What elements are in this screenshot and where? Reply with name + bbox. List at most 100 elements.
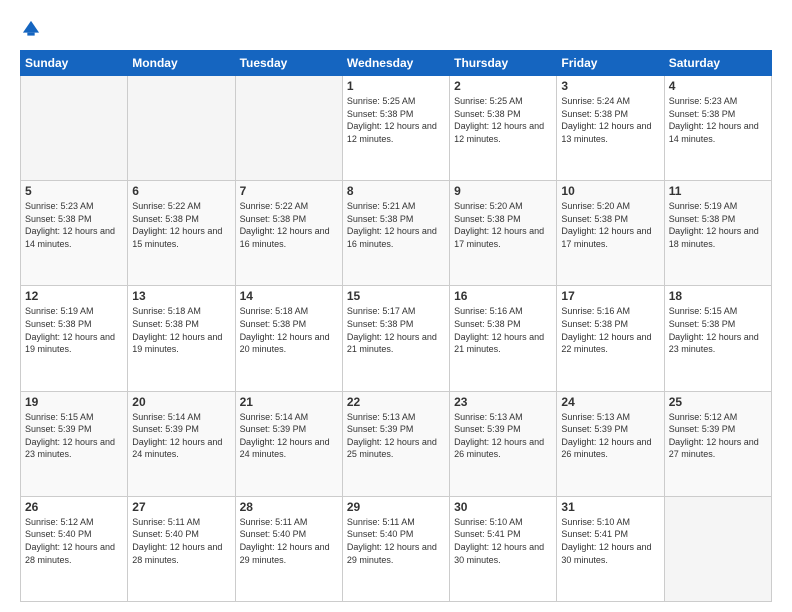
day-number: 9	[454, 184, 552, 198]
day-info: Sunrise: 5:19 AMSunset: 5:38 PMDaylight:…	[669, 200, 767, 250]
day-info: Sunrise: 5:23 AMSunset: 5:38 PMDaylight:…	[669, 95, 767, 145]
calendar-cell	[128, 76, 235, 181]
day-info: Sunrise: 5:21 AMSunset: 5:38 PMDaylight:…	[347, 200, 445, 250]
day-number: 6	[132, 184, 230, 198]
day-info: Sunrise: 5:11 AMSunset: 5:40 PMDaylight:…	[347, 516, 445, 566]
day-number: 4	[669, 79, 767, 93]
weekday-header-thursday: Thursday	[450, 51, 557, 76]
calendar-row-1: 5 Sunrise: 5:23 AMSunset: 5:38 PMDaylight…	[21, 181, 772, 286]
logo-icon	[20, 18, 42, 40]
day-info: Sunrise: 5:15 AMSunset: 5:39 PMDaylight:…	[25, 411, 123, 461]
weekday-header-row: SundayMondayTuesdayWednesdayThursdayFrid…	[21, 51, 772, 76]
day-number: 17	[561, 289, 659, 303]
day-info: Sunrise: 5:20 AMSunset: 5:38 PMDaylight:…	[454, 200, 552, 250]
day-number: 13	[132, 289, 230, 303]
day-info: Sunrise: 5:18 AMSunset: 5:38 PMDaylight:…	[240, 305, 338, 355]
day-info: Sunrise: 5:19 AMSunset: 5:38 PMDaylight:…	[25, 305, 123, 355]
day-info: Sunrise: 5:12 AMSunset: 5:39 PMDaylight:…	[669, 411, 767, 461]
calendar-cell: 10 Sunrise: 5:20 AMSunset: 5:38 PMDayligh…	[557, 181, 664, 286]
weekday-header-wednesday: Wednesday	[342, 51, 449, 76]
calendar-cell: 30 Sunrise: 5:10 AMSunset: 5:41 PMDayligh…	[450, 496, 557, 601]
day-info: Sunrise: 5:13 AMSunset: 5:39 PMDaylight:…	[561, 411, 659, 461]
calendar-row-2: 12Sunrise: 5:19 AMSunset: 5:38 PMDayligh…	[21, 286, 772, 391]
day-number: 8	[347, 184, 445, 198]
day-info: Sunrise: 5:22 AMSunset: 5:38 PMDaylight:…	[132, 200, 230, 250]
day-info: Sunrise: 5:15 AMSunset: 5:38 PMDaylight:…	[669, 305, 767, 355]
day-info: Sunrise: 5:17 AMSunset: 5:38 PMDaylight:…	[347, 305, 445, 355]
logo	[20, 18, 46, 40]
day-number: 15	[347, 289, 445, 303]
calendar-cell: 16 Sunrise: 5:16 AMSunset: 5:38 PMDayligh…	[450, 286, 557, 391]
day-number: 14	[240, 289, 338, 303]
day-info: Sunrise: 5:11 AMSunset: 5:40 PMDaylight:…	[240, 516, 338, 566]
day-info: Sunrise: 5:16 AMSunset: 5:38 PMDaylight:…	[561, 305, 659, 355]
calendar-table: SundayMondayTuesdayWednesdayThursdayFrid…	[20, 50, 772, 602]
calendar-cell	[21, 76, 128, 181]
day-number: 28	[240, 500, 338, 514]
calendar-cell: 5 Sunrise: 5:23 AMSunset: 5:38 PMDaylight…	[21, 181, 128, 286]
day-info: Sunrise: 5:20 AMSunset: 5:38 PMDaylight:…	[561, 200, 659, 250]
calendar-cell: 2 Sunrise: 5:25 AMSunset: 5:38 PMDaylight…	[450, 76, 557, 181]
calendar-cell: 7Sunrise: 5:22 AMSunset: 5:38 PMDaylight…	[235, 181, 342, 286]
calendar-cell: 3 Sunrise: 5:24 AMSunset: 5:38 PMDaylight…	[557, 76, 664, 181]
calendar-row-0: 1 Sunrise: 5:25 AMSunset: 5:38 PMDaylight…	[21, 76, 772, 181]
day-info: Sunrise: 5:12 AMSunset: 5:40 PMDaylight:…	[25, 516, 123, 566]
calendar-cell: 8 Sunrise: 5:21 AMSunset: 5:38 PMDaylight…	[342, 181, 449, 286]
calendar-row-3: 19Sunrise: 5:15 AMSunset: 5:39 PMDayligh…	[21, 391, 772, 496]
day-info: Sunrise: 5:16 AMSunset: 5:38 PMDaylight:…	[454, 305, 552, 355]
header	[20, 18, 772, 40]
calendar-cell	[235, 76, 342, 181]
calendar-cell: 28 Sunrise: 5:11 AMSunset: 5:40 PMDayligh…	[235, 496, 342, 601]
calendar-cell: 14 Sunrise: 5:18 AMSunset: 5:38 PMDayligh…	[235, 286, 342, 391]
calendar-cell: 31Sunrise: 5:10 AMSunset: 5:41 PMDayligh…	[557, 496, 664, 601]
calendar-cell: 13 Sunrise: 5:18 AMSunset: 5:38 PMDayligh…	[128, 286, 235, 391]
calendar-cell: 20Sunrise: 5:14 AMSunset: 5:39 PMDayligh…	[128, 391, 235, 496]
day-number: 23	[454, 395, 552, 409]
weekday-header-monday: Monday	[128, 51, 235, 76]
day-info: Sunrise: 5:25 AMSunset: 5:38 PMDaylight:…	[347, 95, 445, 145]
day-number: 1	[347, 79, 445, 93]
calendar-cell: 17 Sunrise: 5:16 AMSunset: 5:38 PMDayligh…	[557, 286, 664, 391]
calendar-cell: 9 Sunrise: 5:20 AMSunset: 5:38 PMDaylight…	[450, 181, 557, 286]
day-info: Sunrise: 5:25 AMSunset: 5:38 PMDaylight:…	[454, 95, 552, 145]
day-number: 5	[25, 184, 123, 198]
day-number: 7	[240, 184, 338, 198]
day-number: 2	[454, 79, 552, 93]
calendar-cell: 18Sunrise: 5:15 AMSunset: 5:38 PMDayligh…	[664, 286, 771, 391]
day-number: 25	[669, 395, 767, 409]
calendar-row-4: 26 Sunrise: 5:12 AMSunset: 5:40 PMDayligh…	[21, 496, 772, 601]
day-number: 24	[561, 395, 659, 409]
day-info: Sunrise: 5:14 AMSunset: 5:39 PMDaylight:…	[240, 411, 338, 461]
day-info: Sunrise: 5:24 AMSunset: 5:38 PMDaylight:…	[561, 95, 659, 145]
day-info: Sunrise: 5:23 AMSunset: 5:38 PMDaylight:…	[25, 200, 123, 250]
calendar-cell: 25 Sunrise: 5:12 AMSunset: 5:39 PMDayligh…	[664, 391, 771, 496]
calendar-cell: 15 Sunrise: 5:17 AMSunset: 5:38 PMDayligh…	[342, 286, 449, 391]
day-number: 27	[132, 500, 230, 514]
weekday-header-tuesday: Tuesday	[235, 51, 342, 76]
day-number: 21	[240, 395, 338, 409]
day-number: 30	[454, 500, 552, 514]
calendar-cell	[664, 496, 771, 601]
calendar-cell: 26 Sunrise: 5:12 AMSunset: 5:40 PMDayligh…	[21, 496, 128, 601]
day-number: 26	[25, 500, 123, 514]
day-info: Sunrise: 5:18 AMSunset: 5:38 PMDaylight:…	[132, 305, 230, 355]
day-number: 10	[561, 184, 659, 198]
calendar-cell: 24 Sunrise: 5:13 AMSunset: 5:39 PMDayligh…	[557, 391, 664, 496]
calendar-cell: 27 Sunrise: 5:11 AMSunset: 5:40 PMDayligh…	[128, 496, 235, 601]
day-info: Sunrise: 5:13 AMSunset: 5:39 PMDaylight:…	[454, 411, 552, 461]
day-info: Sunrise: 5:10 AMSunset: 5:41 PMDaylight:…	[561, 516, 659, 566]
day-info: Sunrise: 5:10 AMSunset: 5:41 PMDaylight:…	[454, 516, 552, 566]
day-number: 16	[454, 289, 552, 303]
day-number: 3	[561, 79, 659, 93]
day-info: Sunrise: 5:14 AMSunset: 5:39 PMDaylight:…	[132, 411, 230, 461]
day-info: Sunrise: 5:13 AMSunset: 5:39 PMDaylight:…	[347, 411, 445, 461]
weekday-header-friday: Friday	[557, 51, 664, 76]
day-info: Sunrise: 5:11 AMSunset: 5:40 PMDaylight:…	[132, 516, 230, 566]
weekday-header-saturday: Saturday	[664, 51, 771, 76]
calendar-cell: 12Sunrise: 5:19 AMSunset: 5:38 PMDayligh…	[21, 286, 128, 391]
page: SundayMondayTuesdayWednesdayThursdayFrid…	[0, 0, 792, 612]
weekday-header-sunday: Sunday	[21, 51, 128, 76]
calendar-cell: 4 Sunrise: 5:23 AMSunset: 5:38 PMDaylight…	[664, 76, 771, 181]
day-number: 11	[669, 184, 767, 198]
calendar-cell: 21 Sunrise: 5:14 AMSunset: 5:39 PMDayligh…	[235, 391, 342, 496]
